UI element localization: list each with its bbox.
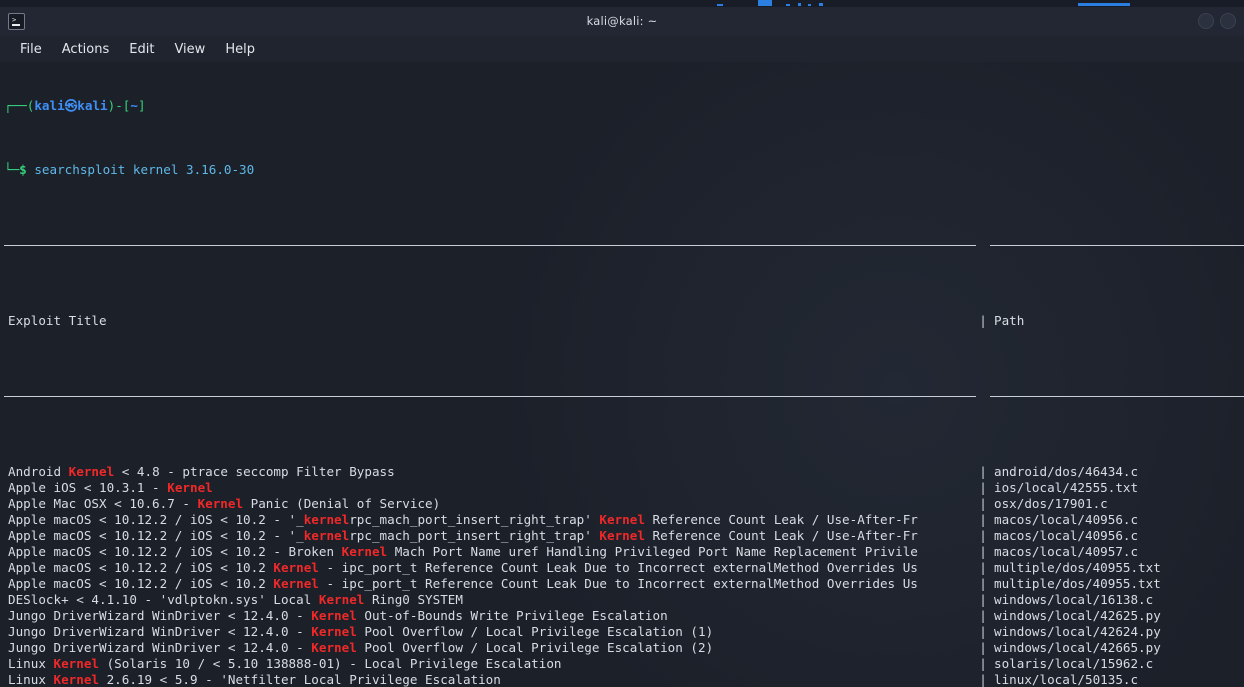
exploit-path-cell: solaris/local/15962.c: [994, 656, 1154, 671]
table-row: Linux Kernel (Solaris 10 / < 5.10 138888…: [4, 656, 1244, 672]
table-rule-bottom: [4, 396, 1244, 397]
exploit-title-cell: Apple macOS < 10.12.2 / iOS < 10.2 - '_k…: [8, 512, 918, 527]
column-separator: |: [979, 560, 987, 575]
desktop-strip: [0, 0, 1244, 7]
table-row: Apple Mac OSX < 10.6.7 - Kernel Panic (D…: [4, 496, 1244, 512]
taskbar-dot: [808, 4, 811, 6]
exploit-results-list: Android Kernel < 4.8 - ptrace seccomp Fi…: [4, 464, 1244, 687]
table-row: Apple macOS < 10.12.2 / iOS < 10.2 - Bro…: [4, 544, 1244, 560]
exploit-path-cell: android/dos/46434.c: [994, 464, 1139, 479]
prompt-dollar-glyph: └─$: [4, 162, 27, 177]
exploit-path-cell: multiple/dos/40955.txt: [994, 560, 1161, 575]
exploit-title-cell: Jungo DriverWizard WinDriver < 12.4.0 - …: [8, 624, 714, 639]
prompt-box-glyph: ┌──(: [4, 98, 35, 113]
table-rule-top: [4, 245, 1244, 246]
exploit-title-cell: Jungo DriverWizard WinDriver < 12.4.0 - …: [8, 640, 714, 655]
column-separator: |: [979, 512, 987, 527]
prompt-cwd: ~: [130, 98, 138, 113]
table-row: Jungo DriverWizard WinDriver < 12.4.0 - …: [4, 608, 1244, 624]
taskbar-active-indicator: [758, 0, 772, 6]
menu-item-view[interactable]: View: [164, 40, 215, 59]
taskbar-dot: [717, 4, 723, 6]
terminal-window: > kali@kali: ~ File Actions Edit View He…: [0, 0, 1244, 687]
exploit-title-cell: Apple Mac OSX < 10.6.7 - Kernel Panic (D…: [8, 496, 441, 511]
table-header: Exploit Title | Path: [4, 313, 1244, 329]
column-separator: |: [979, 608, 987, 623]
exploit-path-cell: windows/local/42665.py: [994, 640, 1161, 655]
table-row: Linux Kernel 2.6.19 < 5.9 - 'Netfilter L…: [4, 672, 1244, 687]
maximize-button[interactable]: [1220, 13, 1236, 29]
column-separator: |: [979, 464, 987, 479]
exploit-path-cell: macos/local/40957.c: [994, 544, 1139, 559]
prompt-suffix-glyph: ]: [137, 98, 146, 113]
column-separator: |: [979, 656, 987, 671]
table-row: Apple macOS < 10.12.2 / iOS < 10.2 Kerne…: [4, 560, 1244, 576]
column-separator: |: [979, 576, 987, 591]
table-row: Jungo DriverWizard WinDriver < 12.4.0 - …: [4, 624, 1244, 640]
exploit-path-cell: macos/local/40956.c: [994, 528, 1139, 543]
menu-item-file[interactable]: File: [10, 40, 52, 59]
table-row: Jungo DriverWizard WinDriver < 12.4.0 - …: [4, 640, 1244, 656]
prompt-line-2: └─$ searchsploit kernel 3.16.0-30: [4, 162, 1244, 178]
exploit-title-cell: Linux Kernel (Solaris 10 / < 5.10 138888…: [8, 656, 562, 671]
exploit-path-cell: windows/local/16138.c: [994, 592, 1154, 607]
terminal-output[interactable]: ┌──(kali㉿kali)-[~] └─$ searchsploit kern…: [0, 62, 1244, 687]
column-header-exploit-title: Exploit Title: [8, 313, 107, 328]
table-row: DESlock+ < 4.1.10 - 'vdlptokn.sys' Local…: [4, 592, 1244, 608]
menu-bar: File Actions Edit View Help: [0, 36, 1244, 62]
table-row: Android Kernel < 4.8 - ptrace seccomp Fi…: [4, 464, 1244, 480]
exploit-title-cell: Apple macOS < 10.12.2 / iOS < 10.2 Kerne…: [8, 560, 918, 575]
exploit-path-cell: ios/local/42555.txt: [994, 480, 1139, 495]
column-separator: |: [979, 528, 987, 543]
exploit-path-cell: windows/local/42625.py: [994, 608, 1161, 623]
taskbar-dot: [786, 4, 790, 6]
column-header-path: Path: [994, 313, 1025, 328]
exploit-title-cell: Apple macOS < 10.12.2 / iOS < 10.2 Kerne…: [8, 576, 918, 591]
exploit-title-cell: Apple macOS < 10.12.2 / iOS < 10.2 - Bro…: [8, 544, 918, 559]
exploit-path-cell: macos/local/40956.c: [994, 512, 1139, 527]
table-row: Apple iOS < 10.3.1 - Kernel | ios/local/42…: [4, 480, 1244, 496]
table-row: Apple macOS < 10.12.2 / iOS < 10.2 Kerne…: [4, 576, 1244, 592]
taskbar-dot: [1078, 3, 1130, 6]
title-bar[interactable]: > kali@kali: ~: [0, 7, 1244, 37]
exploit-path-cell: linux/local/50135.c: [994, 672, 1139, 687]
column-separator: |: [979, 544, 987, 559]
menu-item-edit[interactable]: Edit: [119, 40, 164, 59]
command-text: searchsploit kernel 3.16.0-30: [34, 162, 255, 177]
table-row: Apple macOS < 10.12.2 / iOS < 10.2 - '_k…: [4, 528, 1244, 544]
exploit-path-cell: windows/local/42624.py: [994, 624, 1161, 639]
prompt-line-1: ┌──(kali㉿kali)-[~]: [4, 98, 1244, 114]
exploit-path-cell: multiple/dos/40955.txt: [994, 576, 1161, 591]
menu-item-actions[interactable]: Actions: [52, 40, 120, 59]
prompt-host: kali: [77, 98, 108, 113]
menu-item-help[interactable]: Help: [215, 40, 265, 59]
exploit-title-cell: Apple iOS < 10.3.1 - Kernel: [8, 480, 213, 495]
exploit-path-cell: osx/dos/17901.c: [994, 496, 1108, 511]
window-title: kali@kali: ~: [586, 14, 658, 28]
column-separator: |: [979, 480, 987, 495]
minimize-button[interactable]: [1198, 13, 1214, 29]
table-row: Apple macOS < 10.12.2 / iOS < 10.2 - '_k…: [4, 512, 1244, 528]
window-controls: [1198, 13, 1236, 29]
exploit-title-cell: Apple macOS < 10.12.2 / iOS < 10.2 - '_k…: [8, 528, 918, 543]
exploit-title-cell: Android Kernel < 4.8 - ptrace seccomp Fi…: [8, 464, 395, 479]
exploit-title-cell: Jungo DriverWizard WinDriver < 12.4.0 - …: [8, 608, 668, 623]
taskbar-dot: [798, 3, 801, 6]
column-separator: |: [979, 672, 987, 687]
column-separator: |: [979, 624, 987, 639]
column-separator: |: [979, 592, 987, 607]
exploit-title-cell: Linux Kernel 2.6.19 < 5.9 - 'Netfilter L…: [8, 672, 501, 687]
prompt-user: kali: [34, 98, 65, 113]
prompt-at-glyph: ㉿: [64, 98, 78, 113]
exploit-title-cell: DESlock+ < 4.1.10 - 'vdlptokn.sys' Local…: [8, 592, 463, 607]
column-separator: |: [979, 313, 987, 328]
column-separator: |: [979, 496, 987, 511]
prompt-mid-glyph: )-[: [107, 98, 131, 113]
taskbar-dot: [819, 3, 823, 6]
column-separator: |: [979, 640, 987, 655]
